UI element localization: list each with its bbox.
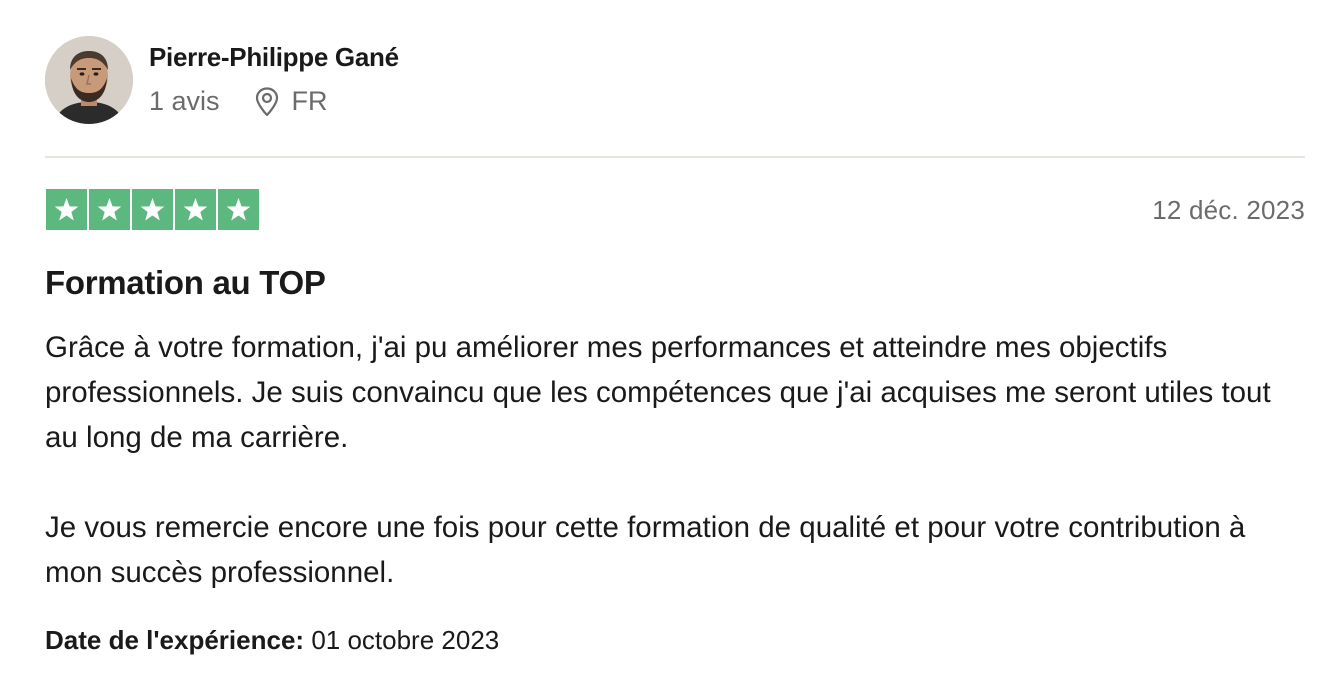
review-title[interactable]: Formation au TOP: [45, 264, 326, 302]
star-icon: [218, 189, 259, 230]
experience-label: Date de l'expérience:: [45, 625, 305, 655]
avatar-photo: [45, 36, 133, 124]
divider: [45, 156, 1305, 158]
star-icon: [46, 189, 87, 230]
star-rating: [46, 189, 259, 230]
star-icon: [132, 189, 173, 230]
star-icon: [89, 189, 130, 230]
experience-date: 01 octobre 2023: [311, 625, 500, 655]
location-pin-icon: [254, 86, 280, 117]
review-body: Grâce à votre formation, j'ai pu amélior…: [45, 325, 1307, 595]
star-icon: [175, 189, 216, 230]
experience-date-line: Date de l'expérience: 01 octobre 2023: [45, 625, 499, 656]
review-count: 1 avis: [149, 86, 220, 116]
reviewer-header: Pierre-Philippe Gané 1 avis FR: [45, 36, 1305, 126]
reviewer-name[interactable]: Pierre-Philippe Gané: [149, 42, 399, 73]
review-date: 12 déc. 2023: [1152, 195, 1305, 225]
review-paragraph: Je vous remercie encore une fois pour ce…: [45, 511, 1246, 589]
review-card: Pierre-Philippe Gané 1 avis FR 12 déc. 2…: [45, 0, 1305, 686]
reviewer-meta: 1 avis FR: [149, 86, 328, 117]
reviewer-country: FR: [291, 86, 328, 116]
review-paragraph: Grâce à votre formation, j'ai pu amélior…: [45, 331, 1271, 454]
avatar[interactable]: [45, 36, 133, 124]
